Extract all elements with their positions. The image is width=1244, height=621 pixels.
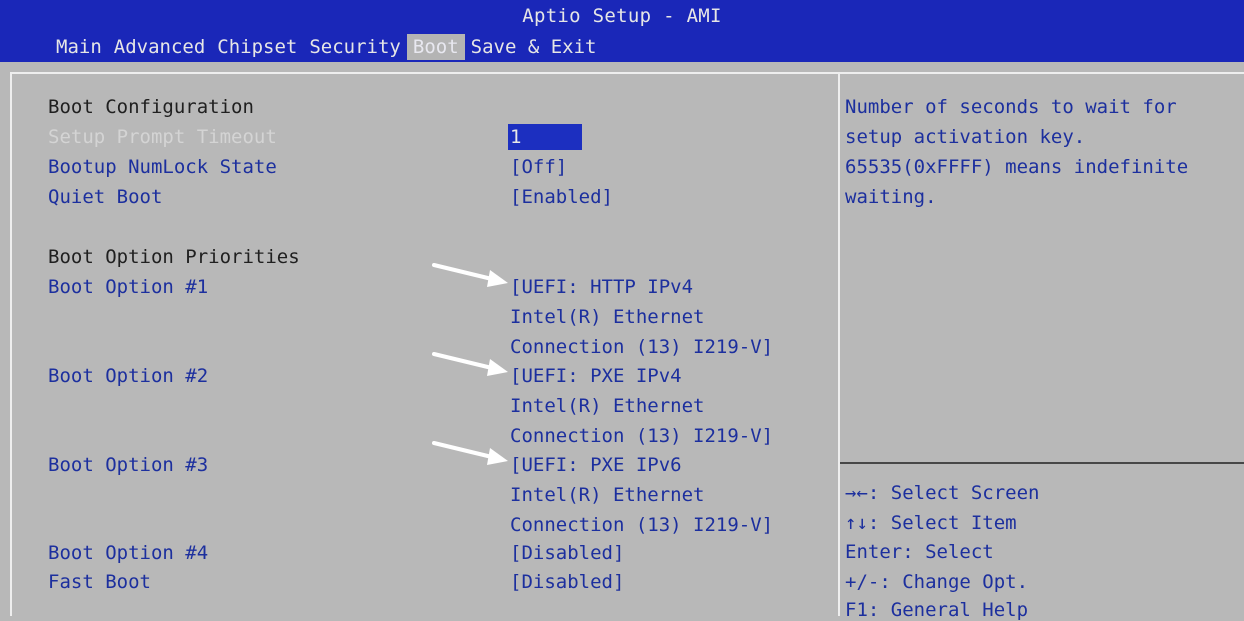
- menu-bar: Main Advanced Chipset Security Boot Save…: [50, 34, 602, 60]
- boot-option-2-value-line3[interactable]: Connection (13) I219-V]: [510, 425, 773, 447]
- setup-panel: Boot Configuration Setup Prompt Timeout …: [10, 72, 1244, 621]
- tab-chipset[interactable]: Chipset: [211, 34, 303, 60]
- settings-pane: Boot Configuration Setup Prompt Timeout …: [12, 74, 838, 616]
- boot-option-4-value[interactable]: [Disabled]: [510, 542, 624, 564]
- boot-option-1-value-line1[interactable]: [UEFI: HTTP IPv4: [510, 276, 693, 298]
- annotation-arrow-1-icon: [432, 263, 508, 287]
- boot-option-3-label[interactable]: Boot Option #3: [48, 454, 208, 476]
- fast-boot-label[interactable]: Fast Boot: [48, 571, 151, 593]
- boot-option-2-value-line2[interactable]: Intel(R) Ethernet: [510, 395, 704, 417]
- help-description-line1: Number of seconds to wait for: [845, 96, 1177, 118]
- tab-main[interactable]: Main: [50, 34, 108, 60]
- annotation-arrow-2-icon: [432, 352, 508, 376]
- bootup-numlock-label[interactable]: Bootup NumLock State: [48, 156, 277, 178]
- bootup-numlock-value[interactable]: [Off]: [510, 156, 567, 178]
- boot-option-2-value-line1[interactable]: [UEFI: PXE IPv4: [510, 365, 682, 387]
- boot-option-3-value-line2[interactable]: Intel(R) Ethernet: [510, 484, 704, 506]
- quiet-boot-label[interactable]: Quiet Boot: [48, 186, 162, 208]
- key-hint-select-screen: →←: Select Screen: [845, 482, 1040, 504]
- fast-boot-value[interactable]: [Disabled]: [510, 571, 624, 593]
- help-description-line2: setup activation key.: [845, 126, 1086, 148]
- help-description-line3: 65535(0xFFFF) means indefinite: [845, 156, 1189, 178]
- tab-save-exit[interactable]: Save & Exit: [465, 34, 603, 60]
- quiet-boot-value[interactable]: [Enabled]: [510, 186, 613, 208]
- tab-boot[interactable]: Boot: [406, 34, 465, 60]
- boot-option-3-value-line3[interactable]: Connection (13) I219-V]: [510, 514, 773, 536]
- key-hint-select-item: ↑↓: Select Item: [845, 512, 1017, 534]
- setup-prompt-timeout-label[interactable]: Setup Prompt Timeout: [48, 126, 277, 148]
- boot-option-1-label[interactable]: Boot Option #1: [48, 276, 208, 298]
- key-hint-enter-select: Enter: Select: [845, 541, 994, 563]
- boot-option-2-label[interactable]: Boot Option #2: [48, 365, 208, 387]
- boot-option-4-label[interactable]: Boot Option #4: [48, 542, 208, 564]
- window-title: Aptio Setup - AMI: [522, 5, 722, 27]
- pane-divider: [838, 74, 840, 616]
- tab-advanced[interactable]: Advanced: [108, 34, 212, 60]
- setup-prompt-timeout-field[interactable]: 1: [508, 124, 582, 150]
- section-boot-option-priorities: Boot Option Priorities: [48, 246, 300, 268]
- annotation-arrow-3-icon: [432, 441, 508, 465]
- key-hint-change-opt: +/-: Change Opt.: [845, 571, 1029, 593]
- key-hint-general-help: F1: General Help: [845, 599, 1029, 621]
- boot-option-1-value-line3[interactable]: Connection (13) I219-V]: [510, 336, 773, 358]
- boot-option-1-value-line2[interactable]: Intel(R) Ethernet: [510, 306, 704, 328]
- help-description-line4: waiting.: [845, 186, 937, 208]
- help-divider: [840, 462, 1244, 464]
- header-bar: Aptio Setup - AMI Main Advanced Chipset …: [0, 0, 1244, 62]
- boot-option-3-value-line1[interactable]: [UEFI: PXE IPv6: [510, 454, 682, 476]
- section-boot-configuration: Boot Configuration: [48, 96, 254, 118]
- tab-security[interactable]: Security: [303, 34, 407, 60]
